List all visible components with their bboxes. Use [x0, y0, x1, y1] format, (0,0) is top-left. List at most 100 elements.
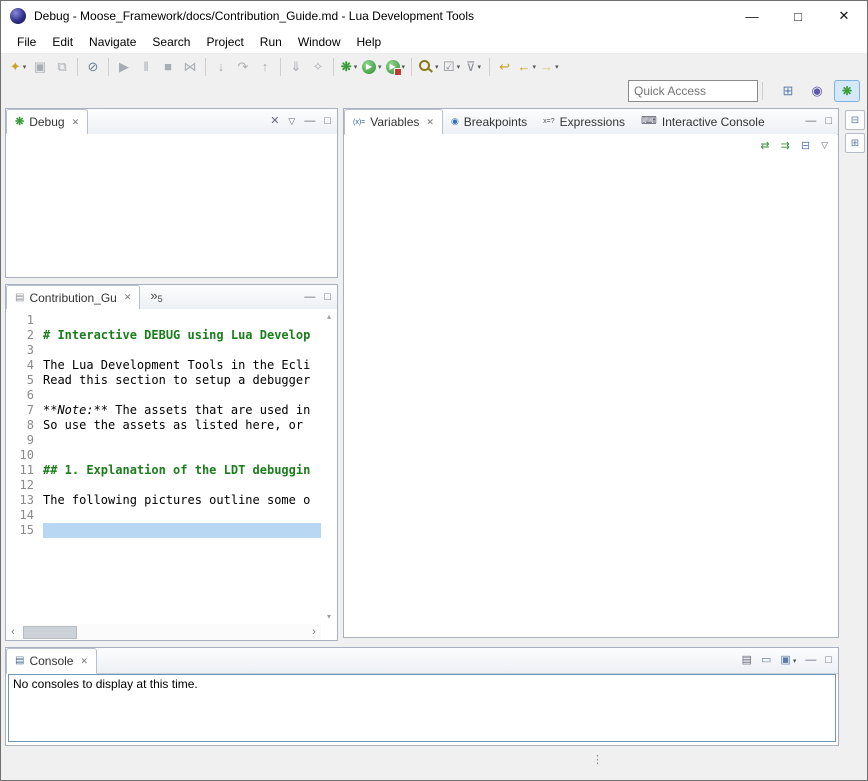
new-console-button[interactable]: ▤ [742, 655, 752, 666]
editor-line[interactable]: 11## 1. Explanation of the LDT debuggin [6, 463, 321, 478]
app-icon[interactable] [10, 8, 26, 24]
step-into-button[interactable]: ↓ [210, 56, 232, 78]
last-edit-location-button[interactable]: ↩ [494, 56, 516, 78]
minimize-view-button[interactable]: — [805, 655, 816, 666]
scroll-down-icon[interactable]: ▾ [327, 612, 331, 621]
save-button[interactable]: ▣ [29, 56, 51, 78]
back-button[interactable]: ← ▾ [516, 56, 539, 78]
code-text[interactable]: The Lua Development Tools in the Ecli [43, 358, 310, 373]
code-text[interactable]: Read this section to setup a debugger [43, 373, 310, 388]
tab-debug[interactable]: ❋ Debug ✕ [6, 109, 88, 135]
statusbar-grip[interactable]: ⋮ [592, 753, 602, 766]
vertical-scrollbar[interactable]: ▴ ▾ [321, 309, 337, 624]
editor-line[interactable]: 5Read this section to setup a debugger [6, 373, 321, 388]
menu-navigate[interactable]: Navigate [81, 33, 144, 51]
code-text[interactable]: ## 1. Explanation of the LDT debuggin [43, 463, 310, 478]
outline-view-button[interactable]: ⊞ [845, 133, 865, 153]
skip-breakpoints-button[interactable]: ⊘ [82, 56, 104, 78]
step-over-button[interactable]: ↷ [232, 56, 254, 78]
resume-button[interactable]: ▶ [113, 56, 135, 78]
close-icon[interactable]: ✕ [80, 656, 88, 667]
console-content[interactable]: No consoles to display at this time. [8, 674, 836, 742]
code-text[interactable]: # Interactive DEBUG using Lua Develop [43, 328, 310, 343]
quick-access-input[interactable] [628, 80, 758, 102]
forward-button[interactable]: → ▾ [538, 56, 561, 78]
code-area[interactable]: 1 2# Interactive DEBUG using Lua Develop… [6, 309, 321, 624]
editor-line[interactable]: 7**Note:** The assets that are used in [6, 403, 321, 418]
editor-line-current[interactable]: 15 [6, 523, 321, 538]
code-text[interactable]: The following pictures outline some o [43, 493, 310, 508]
stop-button[interactable]: ■ [157, 56, 179, 78]
horizontal-scrollbar[interactable]: ‹ › [6, 624, 321, 640]
variables-content[interactable] [345, 157, 837, 636]
open-task-button[interactable]: ☑ ▾ [441, 56, 463, 78]
run-button[interactable]: ▶ ▾ [360, 56, 384, 78]
editor-line[interactable]: 10 [6, 448, 321, 463]
save-all-button[interactable]: ⧉ [51, 56, 73, 78]
close-icon[interactable]: ✕ [124, 292, 132, 303]
maximize-view-button[interactable]: □ [324, 116, 331, 127]
step-filters-button[interactable]: ✧ [307, 56, 329, 78]
menu-help[interactable]: Help [349, 33, 390, 51]
tab-variables[interactable]: (x)= Variables ✕ [344, 109, 443, 135]
menu-project[interactable]: Project [198, 33, 251, 51]
maximize-view-button[interactable]: □ [825, 655, 832, 666]
minimize-view-button[interactable]: — [304, 292, 315, 303]
remove-terminated-button[interactable]: ✕ [270, 116, 279, 127]
open-perspective-button[interactable]: ⊞ [776, 81, 800, 101]
editor-line[interactable]: 1 [6, 313, 321, 328]
maximize-button[interactable]: □ [775, 1, 821, 31]
view-menu-button[interactable]: ▽ [821, 141, 828, 150]
editor-line[interactable]: 13The following pictures outline some o [6, 493, 321, 508]
tab-expressions[interactable]: x=? Expressions [535, 109, 633, 134]
menu-edit[interactable]: Edit [44, 33, 81, 51]
tab-console[interactable]: ▤ Console ✕ [6, 648, 97, 674]
forward-nav-button[interactable]: ⇉ [781, 139, 790, 152]
search-button[interactable]: ▾ [416, 56, 441, 78]
minimize-button[interactable]: — [729, 1, 775, 31]
display-selected-console-button[interactable]: ▭ [761, 655, 771, 666]
menu-search[interactable]: Search [144, 33, 198, 51]
ldt-perspective-button[interactable]: ◉ [805, 81, 829, 101]
debug-perspective-button[interactable]: ❋ [834, 80, 860, 102]
collapse-all-button[interactable]: ⊟ [801, 139, 810, 152]
open-console-button[interactable]: ▣▾ [780, 655, 796, 666]
tab-interactive-console[interactable]: ⌨ Interactive Console [633, 109, 773, 134]
tab-breakpoints[interactable]: ◉ Breakpoints [443, 109, 535, 134]
editor-line[interactable]: 6 [6, 388, 321, 403]
close-icon[interactable]: ✕ [426, 117, 434, 128]
debug-button[interactable]: ❋ ▾ [338, 56, 360, 78]
editor-line[interactable]: 4The Lua Development Tools in the Ecli [6, 358, 321, 373]
minimize-view-button[interactable]: — [304, 116, 315, 127]
code-text[interactable]: The assets that are used in [108, 403, 310, 418]
show-logical-structure-button[interactable]: ⇄ [760, 139, 769, 152]
drop-to-frame-button[interactable]: ⇓ [285, 56, 307, 78]
menu-run[interactable]: Run [252, 33, 290, 51]
scrollbar-thumb[interactable] [23, 626, 77, 639]
pause-button[interactable]: ‖ [135, 56, 157, 78]
view-menu-button[interactable]: ▽ [288, 117, 295, 126]
maximize-view-button[interactable]: □ [825, 116, 832, 127]
scroll-right-icon[interactable]: › [307, 626, 321, 638]
editor-line[interactable]: 9 [6, 433, 321, 448]
menu-file[interactable]: File [9, 33, 44, 51]
maximize-view-button[interactable]: □ [324, 292, 331, 303]
scroll-up-icon[interactable]: ▴ [327, 312, 331, 321]
editor-line[interactable]: 3 [6, 343, 321, 358]
code-text[interactable]: So use the assets as listed here, or [43, 418, 310, 433]
editor-line[interactable]: 2# Interactive DEBUG using Lua Develop [6, 328, 321, 343]
tab-contribution-guide[interactable]: ▤ Contribution_Gu ✕ [6, 285, 140, 310]
code-text-emphasis[interactable]: **Note:** [43, 403, 108, 418]
step-return-button[interactable]: ↑ [254, 56, 276, 78]
hidden-editors-chevron[interactable]: » 5 [140, 285, 168, 309]
debug-view-content[interactable] [6, 134, 337, 277]
menu-window[interactable]: Window [290, 33, 349, 51]
pin-editor-button[interactable]: ⊽ ▾ [463, 56, 485, 78]
current-line-highlight[interactable] [43, 523, 321, 538]
restore-view-button[interactable]: ⊟ [845, 110, 865, 130]
close-icon[interactable]: ✕ [72, 117, 80, 128]
minimize-view-button[interactable]: — [805, 116, 816, 127]
scroll-left-icon[interactable]: ‹ [6, 626, 20, 638]
editor-line[interactable]: 8So use the assets as listed here, or [6, 418, 321, 433]
disconnect-button[interactable]: ⋈ [179, 56, 201, 78]
